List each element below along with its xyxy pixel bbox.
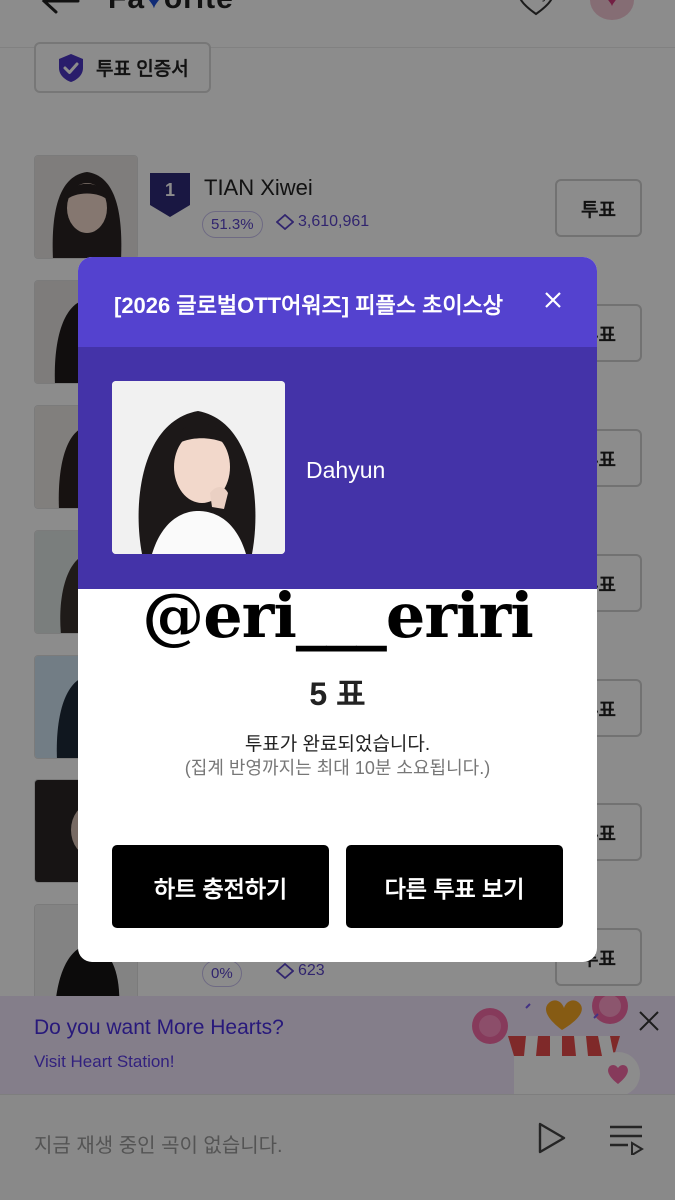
close-icon[interactable] [540,287,566,313]
charge-hearts-button[interactable]: 하트 충전하기 [112,845,329,928]
dialog-title: [2026 글로벌OTT어워즈] 피플스 초이스상 [114,293,504,318]
other-votes-button[interactable]: 다른 투표 보기 [346,845,563,928]
candidate-photo [112,381,285,554]
tally-delay-notice: (집계 반영까지는 최대 10분 소요됩니다.) [184,758,491,778]
vote-complete-message: 투표가 완료되었습니다. [244,734,431,755]
dialog-header: [2026 글로벌OTT어워즈] 피플스 초이스상 [78,257,597,347]
candidate-name: Dahyun [306,457,386,483]
vote-complete-dialog: [2026 글로벌OTT어워즈] 피플스 초이스상 Dahyun @eri___… [78,257,597,962]
candidate-card: Dahyun [78,347,597,589]
watermark-text: @eri___eriri [142,579,534,652]
vote-count: 5 표 [309,676,366,712]
